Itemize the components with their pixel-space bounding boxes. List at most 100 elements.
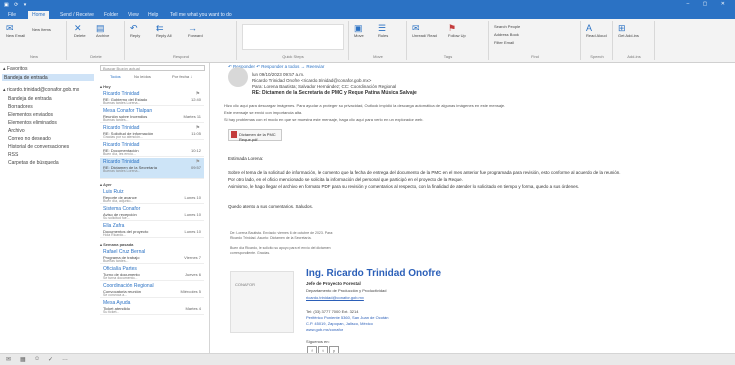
account-header[interactable]: ▴ ricardo.trinidad@conafor.gob.mx: [3, 87, 79, 93]
quick-steps-gallery[interactable]: [242, 24, 344, 50]
status-bar: ✉ ▦ ☺ ✓ …: [0, 353, 735, 365]
folder-item[interactable]: RSS: [8, 152, 18, 158]
tab-home[interactable]: Home: [28, 11, 50, 19]
tasks-icon[interactable]: ✓: [48, 356, 53, 363]
filter-email-button[interactable]: Filter Email: [494, 40, 514, 45]
signature-website[interactable]: www.gob.mx/conafor: [306, 327, 343, 332]
favorite-inbox[interactable]: Bandeja de entrada: [2, 74, 94, 81]
pdf-icon: [231, 131, 237, 138]
view-in-browser-notice[interactable]: Si hay problemas con el modo en que se m…: [224, 117, 423, 122]
folder-pane: ▴ Favoritos Bandeja de entrada ▴ ricardo…: [0, 63, 98, 353]
folder-item[interactable]: Historial de conversaciones: [8, 144, 69, 150]
tab-help[interactable]: Help: [144, 11, 162, 19]
download-images-notice[interactable]: Hizo clic aquí para descargar imágenes. …: [224, 103, 505, 108]
quick-access-toolbar[interactable]: ▣ ⟳ ▾: [4, 2, 28, 8]
list-item-selected[interactable]: Ricardo Trinidad ⚑ RE: Dictamen de la Se…: [100, 158, 204, 179]
folder-item[interactable]: Elementos eliminados: [8, 120, 57, 126]
tell-me-box[interactable]: Tell me what you want to do: [166, 11, 236, 19]
flag-icon: ⚑: [448, 23, 457, 33]
signature-phone: Tel: (33) 3777 7000 Ext. 3214: [306, 309, 359, 314]
section-header[interactable]: ▴ Semana pasada: [100, 242, 133, 247]
folder-item[interactable]: Elementos enviados: [8, 112, 53, 118]
list-item[interactable]: Ella Zafra Documentos del proyecto Lunes…: [100, 222, 204, 238]
list-item[interactable]: Mesa Ayuda Ticket atendido Martes 4 Su t…: [100, 299, 204, 315]
list-item[interactable]: Ricardo Trinidad RE: Documentación 10:12…: [100, 141, 204, 157]
new-email-icon: ✉: [6, 23, 14, 33]
get-addins-button[interactable]: ⊞ Get Add-ins: [618, 23, 639, 38]
list-item[interactable]: Sistema Conafor Aviso de recepción Lunes…: [100, 205, 204, 221]
body-paragraph: Por otro lado, en el oficio mencionado s…: [228, 177, 463, 182]
calendar-icon[interactable]: ▦: [20, 356, 26, 363]
recipients-line[interactable]: Para: Lorena Bautista; Salvador Hernánde…: [252, 84, 396, 89]
list-filters: Todos No leídos Por fecha ↓: [100, 74, 206, 80]
list-item[interactable]: Luis Ruiz Reporte de avance Lunes 10 Bue…: [100, 188, 204, 204]
favorites-header[interactable]: ▴ Favoritos: [3, 66, 27, 72]
list-item[interactable]: Coordinación Regional Convocatoria reuni…: [100, 282, 204, 298]
address-book-button[interactable]: Address Book: [494, 32, 519, 37]
delete-icon: ✕: [74, 23, 82, 33]
section-header[interactable]: ▴ Ayer: [100, 182, 112, 187]
move-button[interactable]: ▣ Move: [354, 23, 364, 38]
unread-read-button[interactable]: ✉ Unread/ Read: [412, 23, 437, 38]
reading-pane: ↶ Responder ↶ Responder a todos → Reenvi…: [210, 63, 735, 355]
quoted-header: De: Lorena Bautista. Enviado: viernes 6 …: [230, 231, 334, 240]
signature-follow-label: Síguenos en:: [306, 339, 330, 344]
ribbon: ✉ New Email New Items New ✕ Delete ▤ Archiv…: [0, 19, 735, 63]
signature-address: Periférico Poniente 5360, San Juan de Oc…: [306, 315, 389, 320]
tab-file[interactable]: File: [4, 11, 20, 19]
rules-icon: ☰: [378, 23, 387, 33]
title-bar: ▣ ⟳ ▾ – ▢ ✕: [0, 0, 735, 10]
greeting: Estimada Lorena:: [228, 156, 264, 161]
ribbon-tabs: File Home Send / Receive Folder View Hel…: [0, 10, 735, 19]
folder-item[interactable]: Archivo: [8, 128, 25, 134]
list-item[interactable]: Ricardo Trinidad ⚑ RE: Solicitud de info…: [100, 124, 204, 140]
new-items-button[interactable]: New Items: [32, 27, 51, 32]
reply-button[interactable]: ↶ Reply: [130, 23, 140, 38]
filter-all-tab[interactable]: Todos: [110, 74, 121, 79]
folder-item[interactable]: Correo no deseado: [8, 136, 51, 142]
folder-item[interactable]: Bandeja de entrada: [8, 96, 52, 102]
signature-logo: CONAFOR: [230, 271, 294, 333]
more-icon[interactable]: …: [62, 356, 68, 362]
reply-all-button[interactable]: ⇇ Reply All: [156, 23, 172, 38]
attachment[interactable]: Dictamen de la PMC Reque.pdf: [228, 129, 282, 142]
group-new: ✉ New Email New Items New: [2, 21, 67, 60]
body-paragraph: Sobre el tema de la solicitud de informa…: [228, 170, 621, 175]
tab-send-receive[interactable]: Send / Receive: [56, 11, 98, 19]
group-find: Search People Address Book Filter Email …: [490, 21, 581, 60]
follow-up-button[interactable]: ⚑ Follow Up: [448, 23, 466, 38]
folder-item[interactable]: Carpetas de búsqueda: [8, 160, 59, 166]
people-icon[interactable]: ☺: [34, 356, 40, 362]
search-people-field[interactable]: Search People: [494, 24, 520, 29]
group-delete: ✕ Delete ▤ Archive Delete: [68, 21, 125, 60]
sort-dropdown[interactable]: Por fecha ↓: [172, 74, 192, 79]
forward-icon: →: [188, 23, 197, 33]
forward-button[interactable]: → Forward: [188, 23, 203, 38]
sender-line[interactable]: Ricardo Trinidad Onofre <ricardo.trinida…: [252, 78, 371, 83]
list-item[interactable]: Rafael Cruz Bernal Programa de trabajo V…: [100, 248, 204, 264]
sender-avatar: [228, 67, 248, 87]
signature-title: Jefe de Proyecto Forestal: [306, 281, 361, 286]
window-controls[interactable]: – ▢ ✕: [687, 1, 731, 7]
mail-icon[interactable]: ✉: [6, 356, 11, 363]
tab-view[interactable]: View: [124, 11, 143, 19]
search-input[interactable]: Buscar Buzón actual: [100, 65, 205, 71]
filter-unread-tab[interactable]: No leídos: [134, 74, 151, 79]
message-list: Buscar Buzón actual Todos No leídos Por …: [97, 63, 210, 353]
signature-department: Departamento de Producción y Productivid…: [306, 288, 387, 293]
list-item[interactable]: Oficialía Partes Turno de documento Juev…: [100, 265, 204, 281]
folder-item[interactable]: Borradores: [8, 104, 33, 110]
importance-notice: Este mensaje se envió con importancia al…: [224, 110, 303, 115]
signature-email[interactable]: ricardo.trinidad@conafor.gob.mx: [306, 295, 364, 300]
read-aloud-button[interactable]: A Read Aloud: [586, 23, 607, 38]
list-item[interactable]: Ricardo Trinidad ⚑ RE: Gobierno del Esta…: [100, 90, 204, 106]
delete-button[interactable]: ✕ Delete: [74, 23, 86, 38]
group-addins: ⊞ Get Add-ins Add-ins: [614, 21, 655, 60]
message-date: lun 09/10/2023 09:57 a.m.: [252, 72, 305, 77]
section-header[interactable]: ▴ Hoy: [100, 84, 111, 89]
new-email-button[interactable]: ✉ New Email: [6, 23, 25, 38]
archive-button[interactable]: ▤ Archive: [96, 23, 109, 38]
list-item[interactable]: Mesa Conafor Tlalpan Reunión sobre Incen…: [100, 107, 204, 123]
rules-button[interactable]: ☰ Rules: [378, 23, 388, 38]
tab-folder[interactable]: Folder: [100, 11, 122, 19]
